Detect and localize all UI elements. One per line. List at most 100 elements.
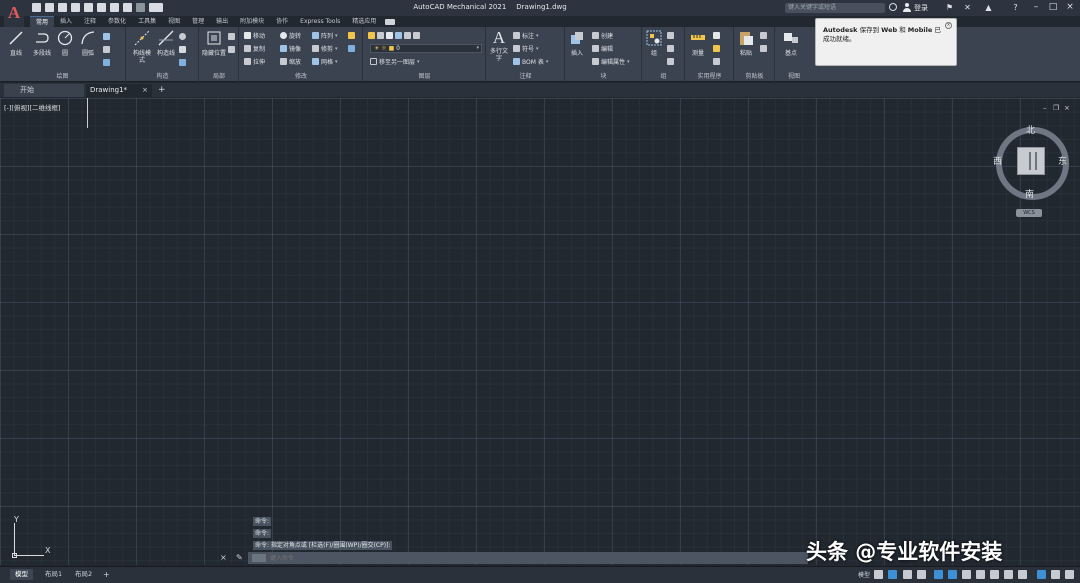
help-icon[interactable]: ? — [1011, 3, 1020, 12]
trim-button[interactable]: 修剪 ▾ — [312, 44, 338, 53]
detail-extra-2[interactable] — [228, 45, 237, 54]
tab-output[interactable]: 输出 — [210, 16, 234, 27]
line-tool[interactable]: 直线 — [6, 30, 26, 57]
viewport-minimize-icon[interactable]: – — [1043, 104, 1047, 112]
search-icon[interactable] — [889, 3, 897, 11]
panel-label-view[interactable]: 视图 — [776, 73, 812, 81]
draw-extra-1[interactable] — [103, 32, 112, 41]
close-tab-icon[interactable]: × — [142, 84, 148, 97]
copy-button[interactable]: 复制 — [244, 44, 265, 53]
snap-icon[interactable] — [888, 570, 897, 579]
tab-manage[interactable]: 管理 — [186, 16, 210, 27]
polar-icon[interactable] — [917, 570, 926, 579]
construction-line-tool[interactable]: 构造线 — [155, 30, 177, 57]
panel-label-construct[interactable]: 构造 — [127, 73, 198, 81]
gear-icon[interactable] — [976, 570, 985, 579]
utilities-extra-1[interactable] — [713, 31, 722, 40]
mesh-button[interactable]: 网格 ▾ — [312, 57, 338, 66]
create-block-button[interactable]: 创建 — [592, 31, 613, 40]
annotation-scale-icon[interactable] — [1004, 570, 1013, 579]
redo-icon[interactable] — [136, 3, 145, 12]
tab-view[interactable]: 视图 — [162, 16, 186, 27]
mtext-tool[interactable]: A 多行文字 — [488, 29, 510, 62]
mirror-button[interactable]: 镜像 — [280, 44, 301, 53]
tab-insert[interactable]: 插入 — [54, 16, 78, 27]
isolate-objects-icon[interactable] — [1037, 570, 1046, 579]
hide-position-tool[interactable]: 隐藏位置 — [202, 30, 226, 57]
layer-dropdown[interactable]: ☀ ☼ ■ 0 ▾ — [370, 44, 482, 53]
grid-icon[interactable] — [874, 570, 883, 579]
tab-toolset[interactable]: 工具集 — [132, 16, 162, 27]
compass-west[interactable]: 西 — [993, 154, 1002, 167]
panel-label-detail[interactable]: 局部 — [200, 73, 238, 81]
groups-extra-3[interactable] — [667, 57, 676, 66]
panel-label-modify[interactable]: 修改 — [240, 73, 362, 81]
layout-tab-model[interactable]: 模型 — [10, 569, 33, 580]
groups-extra-1[interactable] — [667, 31, 676, 40]
stretch-button[interactable]: 拉伸 — [244, 57, 265, 66]
cart-icon[interactable]: ⚑ — [945, 3, 954, 12]
polyline-tool[interactable]: 多段线 — [32, 30, 52, 57]
new-icon[interactable] — [32, 3, 41, 12]
viewport-restore-icon[interactable]: ❐ — [1053, 104, 1059, 112]
circle-tool[interactable]: 圆 — [55, 30, 75, 57]
compass-east[interactable]: 东 — [1058, 154, 1067, 167]
panel-label-utilities[interactable]: 实用程序 — [686, 73, 733, 81]
measure-tool[interactable]: 测量 — [687, 30, 709, 57]
base-view-tool[interactable]: 基点 — [780, 30, 802, 57]
object-snap-icon[interactable] — [948, 570, 957, 579]
close-icon[interactable]: × — [945, 22, 952, 29]
workspace-icon[interactable] — [1018, 570, 1027, 579]
add-icon[interactable] — [990, 570, 999, 579]
workspace-icon[interactable] — [149, 3, 163, 12]
maximize-button[interactable]: □ — [1047, 2, 1059, 13]
customization-icon[interactable] — [1065, 570, 1074, 579]
layout-tab-1[interactable]: 布局1 — [40, 569, 67, 580]
tab-annotate[interactable]: 注释 — [78, 16, 102, 27]
detail-extra-1[interactable] — [228, 32, 237, 41]
drawing-canvas[interactable]: [-][俯视][二维线框] – ❐ × — [0, 98, 1080, 565]
tab-home[interactable]: 常用 — [30, 16, 55, 27]
close-button[interactable]: × — [1064, 2, 1076, 13]
paste-tool[interactable]: 粘贴 — [736, 30, 756, 57]
utilities-extra-3[interactable] — [713, 57, 722, 66]
layer-freeze-icon[interactable] — [386, 32, 393, 39]
undo-icon[interactable] — [123, 3, 132, 12]
groups-extra-2[interactable] — [667, 44, 676, 53]
panel-label-block[interactable]: 块 — [566, 73, 641, 81]
command-prompt-icon[interactable] — [252, 554, 266, 562]
cut-button[interactable] — [760, 31, 769, 40]
scale-button[interactable]: 缩放 — [280, 57, 301, 66]
open-icon[interactable] — [45, 3, 54, 12]
move-button[interactable]: 移动 — [244, 31, 265, 40]
minimize-button[interactable]: – — [1030, 2, 1042, 13]
draw-extra-2[interactable] — [103, 45, 112, 54]
add-layout-button[interactable]: + — [98, 569, 115, 580]
panel-label-layers[interactable]: 图层 — [364, 73, 485, 81]
print-icon[interactable] — [110, 3, 119, 12]
panel-label-clipboard[interactable]: 剪贴板 — [735, 73, 774, 81]
login-button[interactable]: 登录 — [914, 3, 928, 13]
utilities-extra-2[interactable] — [713, 44, 722, 53]
panel-label-annotation[interactable]: 注释 — [487, 73, 564, 81]
copy-clip-button[interactable] — [760, 44, 769, 53]
tab-drawing1[interactable]: Drawing1* × — [86, 84, 152, 97]
tab-addins[interactable]: 附加模块 — [234, 16, 270, 27]
edit-block-button[interactable]: 编辑 — [592, 44, 613, 53]
wrench-icon[interactable]: ✎ — [236, 553, 243, 562]
model-space-button[interactable]: 模型 — [858, 570, 870, 579]
rotate-button[interactable]: 旋转 — [280, 31, 301, 40]
panel-label-groups[interactable]: 组 — [643, 73, 684, 81]
arc-tool[interactable]: 圆弧 — [78, 30, 98, 57]
fullscreen-icon[interactable] — [1051, 570, 1060, 579]
layer-isolate-icon[interactable] — [413, 32, 420, 39]
layer-match-icon[interactable] — [404, 32, 411, 39]
construct-extra-2[interactable] — [179, 45, 188, 54]
construction-mode-tool[interactable]: 构线模式 — [131, 30, 153, 64]
insert-block-tool[interactable]: 插入 — [567, 30, 587, 57]
layer-properties-icon[interactable] — [368, 32, 375, 39]
compass-north[interactable]: 北 — [1026, 123, 1035, 136]
bom-button[interactable]: BOM 表 ▾ — [513, 57, 548, 66]
edit-attrib-button[interactable]: 编辑属性 ▾ — [592, 57, 630, 66]
viewcube-top-face[interactable] — [1017, 147, 1045, 175]
